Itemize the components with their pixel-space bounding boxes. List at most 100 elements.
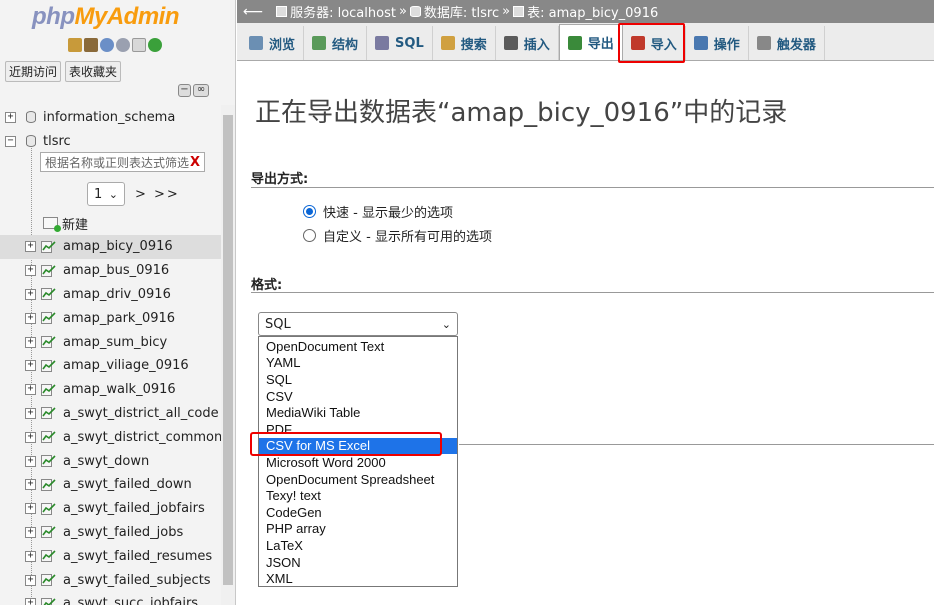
expand-icon[interactable]: + [25, 574, 36, 586]
reload-icon[interactable] [148, 38, 162, 52]
db-name[interactable]: information_schema [43, 110, 175, 125]
expand-icon[interactable]: + [25, 241, 36, 253]
table-name[interactable]: amap_park_0916 [63, 311, 175, 326]
table-filter-input[interactable]: 根据名称或正则表达式筛选 X [40, 152, 205, 172]
table-icon[interactable] [41, 240, 57, 253]
expand-icon[interactable]: + [25, 503, 36, 515]
table-row[interactable]: + a_swyt_district_all_code [0, 402, 221, 426]
breadcrumb-table[interactable]: 表: amap_bicy_0916 [527, 2, 658, 21]
back-arrow-icon[interactable]: ⟵ [243, 4, 263, 20]
table-icon[interactable] [41, 478, 57, 491]
format-option[interactable]: MediaWiki Table [259, 404, 457, 421]
exit-icon[interactable] [84, 38, 98, 52]
scrollbar-thumb[interactable] [223, 115, 233, 585]
table-name[interactable]: a_swyt_failed_jobs [63, 525, 183, 540]
help-icon[interactable] [100, 38, 114, 52]
table-name[interactable]: a_swyt_district_common_ [63, 430, 229, 445]
expand-icon[interactable]: + [25, 384, 36, 396]
expand-icon[interactable]: + [25, 550, 36, 562]
table-name[interactable]: a_swyt_failed_subjects [63, 573, 211, 588]
radio-custom-label[interactable]: 自定义 - 显示所有可用的选项 [323, 226, 492, 245]
table-name[interactable]: amap_bicy_0916 [63, 239, 173, 254]
tab-browse[interactable]: 浏览 [241, 26, 305, 60]
expand-icon[interactable]: + [25, 265, 36, 277]
expand-icon[interactable]: + [25, 431, 36, 443]
clear-filter-icon[interactable]: X [190, 155, 200, 170]
radio-quick[interactable]: 快速 - 显示最少的选项 [303, 202, 453, 221]
format-option[interactable]: Microsoft Word 2000 [259, 454, 457, 471]
table-name[interactable]: amap_driv_0916 [63, 287, 171, 302]
table-name[interactable]: a_swyt_failed_resumes [63, 549, 212, 564]
expand-icon[interactable]: + [5, 111, 16, 123]
format-option[interactable]: OpenDocument Spreadsheet [259, 471, 457, 488]
format-option[interactable]: SQL [259, 371, 457, 388]
format-option[interactable]: YAML [259, 355, 457, 372]
expand-icon[interactable]: + [25, 407, 36, 419]
table-icon[interactable] [41, 312, 57, 325]
format-option[interactable]: JSON [259, 554, 457, 571]
tab-search[interactable]: 搜索 [433, 26, 496, 60]
table-icon[interactable] [41, 502, 57, 515]
table-row[interactable]: + a_swyt_district_common_ [0, 425, 229, 449]
format-option[interactable]: CodeGen [259, 504, 457, 521]
expand-icon[interactable]: + [25, 312, 36, 324]
expand-icon[interactable]: + [25, 336, 36, 348]
table-name[interactable]: a_swyt_district_all_code [63, 406, 219, 421]
expand-icon[interactable]: + [25, 598, 36, 605]
tab-operations[interactable]: 操作 [686, 26, 749, 60]
recent-button[interactable]: 近期访问 [5, 61, 62, 82]
format-option[interactable]: XML [259, 570, 457, 587]
expand-icon[interactable]: + [25, 360, 36, 372]
table-icon[interactable] [41, 407, 57, 420]
table-name[interactable]: a_swyt_failed_jobfairs [63, 501, 205, 516]
favorites-button[interactable]: 表收藏夹 [65, 61, 122, 82]
table-icon[interactable] [41, 526, 57, 539]
home-icon[interactable] [68, 38, 82, 52]
radio-quick-control[interactable] [303, 205, 316, 218]
table-icon[interactable] [41, 264, 57, 277]
new-table-link[interactable]: 新建 [43, 212, 88, 234]
table-row[interactable]: + amap_sum_bicy [0, 330, 221, 354]
tab-triggers[interactable]: 触发器 [749, 26, 825, 60]
tree-db-tlsrc[interactable]: − tlsrc [0, 129, 221, 153]
table-name[interactable]: a_swyt_down [63, 454, 149, 469]
radio-custom-control[interactable] [303, 229, 316, 242]
table-icon[interactable] [41, 455, 57, 468]
format-option[interactable]: PHP array [259, 521, 457, 538]
format-select[interactable]: SQL ⌄ [258, 312, 458, 336]
phpmyadmin-logo[interactable]: phpMyAdmin [32, 3, 179, 31]
radio-custom[interactable]: 自定义 - 显示所有可用的选项 [303, 226, 492, 245]
settings-icon[interactable] [132, 38, 146, 52]
table-icon[interactable] [41, 336, 57, 349]
table-row[interactable]: + a_swyt_down [0, 449, 221, 473]
table-name[interactable]: amap_viliage_0916 [63, 358, 189, 373]
table-name[interactable]: amap_bus_0916 [63, 263, 169, 278]
table-name[interactable]: a_swyt_succ_jobfairs [63, 596, 198, 605]
table-icon[interactable] [41, 550, 57, 563]
tree-db-information-schema[interactable]: + information_schema [0, 105, 221, 129]
expand-icon[interactable]: + [25, 455, 36, 467]
breadcrumb-server[interactable]: 服务器: localhost [290, 2, 396, 21]
table-row[interactable]: + a_swyt_succ_jobfairs [0, 592, 221, 605]
table-row[interactable]: + amap_park_0916 [0, 306, 221, 330]
page-select[interactable]: 1 ⌄ [87, 182, 125, 206]
table-icon[interactable] [41, 383, 57, 396]
table-row[interactable]: + a_swyt_failed_resumes [0, 544, 221, 568]
sidebar-scrollbar[interactable] [221, 105, 235, 605]
format-option[interactable]: LaTeX [259, 537, 457, 554]
format-option[interactable]: OpenDocument Text [259, 338, 457, 355]
table-row[interactable]: + amap_bus_0916 [0, 259, 221, 283]
tab-insert[interactable]: 插入 [496, 26, 559, 60]
table-row[interactable]: + amap_bicy_0916 [0, 235, 221, 259]
tab-sql[interactable]: SQL [367, 26, 433, 60]
radio-quick-label[interactable]: 快速 - 显示最少的选项 [323, 202, 453, 221]
table-row[interactable]: + a_swyt_failed_jobs [0, 521, 221, 545]
format-option[interactable]: Texy! text [259, 487, 457, 504]
tab-structure[interactable]: 结构 [304, 26, 368, 60]
table-name[interactable]: a_swyt_failed_down [63, 477, 192, 492]
db-name[interactable]: tlsrc [43, 134, 71, 149]
expand-icon[interactable]: + [25, 288, 36, 300]
format-option[interactable]: CSV [259, 388, 457, 405]
table-icon[interactable] [41, 359, 57, 372]
table-name[interactable]: amap_walk_0916 [63, 382, 176, 397]
